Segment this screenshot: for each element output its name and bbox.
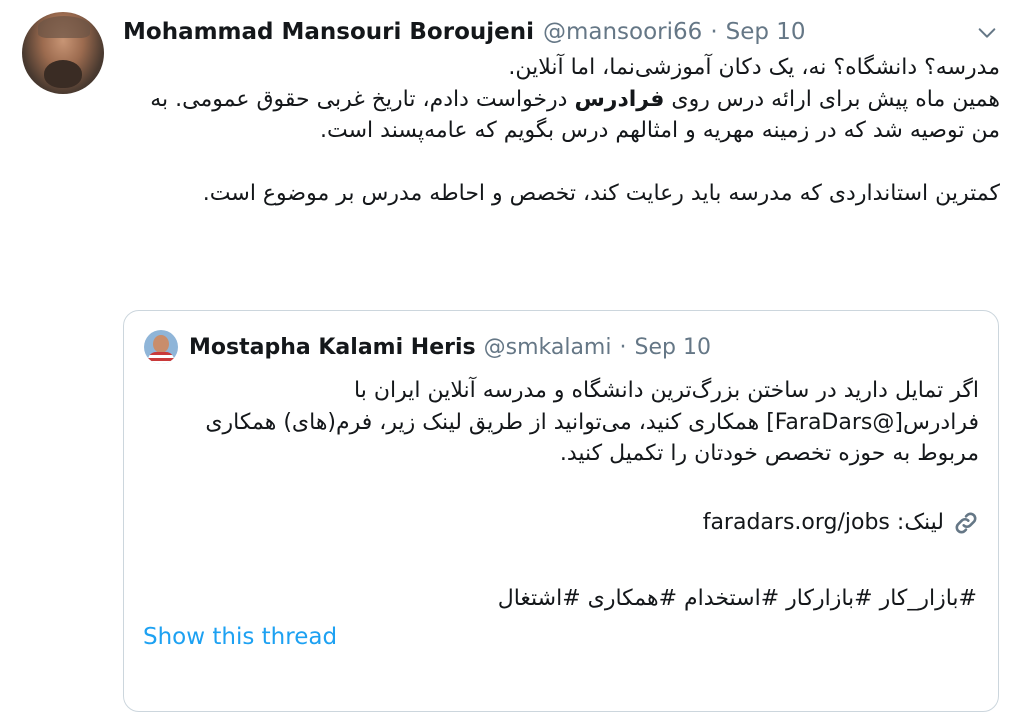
link-icon bbox=[955, 512, 977, 534]
author-handle[interactable]: @mansoori66 bbox=[543, 19, 702, 45]
quoted-author-avatar bbox=[144, 330, 178, 364]
hashtags[interactable]: #بازار_کار #بازارکار #استخدام #همکاری #ا… bbox=[445, 583, 977, 615]
avatar-hair bbox=[38, 16, 90, 38]
chevron-down-icon[interactable] bbox=[976, 22, 998, 44]
tweet-line-2-start: همین ماه پیش برای ارائه درس روی bbox=[664, 86, 1000, 112]
avatar-face bbox=[153, 335, 169, 353]
tweet-date[interactable]: Sep 10 bbox=[726, 19, 806, 45]
tweet-line-1: مدرسه؟ دانشگاه؟ نه، یک دکان آموزشی‌نما، … bbox=[508, 55, 1000, 80]
tweet-header: Mohammad Mansouri Boroujeni @mansoori66 … bbox=[123, 16, 994, 48]
avatar-beard bbox=[44, 60, 82, 88]
quoted-header: Mostapha Kalami Heris @smkalami · Sep 10 bbox=[144, 329, 711, 365]
quoted-tweet[interactable]: Mostapha Kalami Heris @smkalami · Sep 10… bbox=[123, 310, 999, 712]
tweet-body: مدرسه؟ دانشگاه؟ نه، یک دکان آموزشی‌نما، … bbox=[150, 52, 1000, 210]
quoted-text: اگر تمایل دارید در ساختن بزرگ‌ترین دانشگ… bbox=[205, 378, 979, 466]
tweet-line-2: همین ماه پیش برای ارائه درس روی فرادرس د… bbox=[150, 84, 1000, 147]
quoted-link-line: لینک: faradars.org/jobs bbox=[165, 507, 980, 539]
header-separator: · bbox=[710, 19, 718, 45]
author-name[interactable]: Mohammad Mansouri Boroujeni bbox=[123, 19, 534, 45]
author-avatar[interactable] bbox=[22, 12, 104, 94]
link-url[interactable]: faradars.org/jobs bbox=[703, 510, 890, 535]
brand-name: فرادرس bbox=[574, 86, 665, 112]
avatar-shirt bbox=[148, 352, 174, 364]
link-label: لینک: bbox=[896, 510, 944, 535]
quoted-date: Sep 10 bbox=[634, 334, 711, 360]
quoted-separator: · bbox=[619, 334, 627, 360]
quoted-author-name: Mostapha Kalami Heris bbox=[189, 334, 476, 360]
tweet-line-3: کمترین استانداردی که مدرسه باید رعایت کن… bbox=[202, 181, 1000, 206]
quoted-body: اگر تمایل دارید در ساختن بزرگ‌ترین دانشگ… bbox=[164, 375, 979, 470]
quoted-author-handle: @smkalami bbox=[483, 334, 612, 360]
show-thread-link[interactable]: Show this thread bbox=[143, 624, 337, 650]
